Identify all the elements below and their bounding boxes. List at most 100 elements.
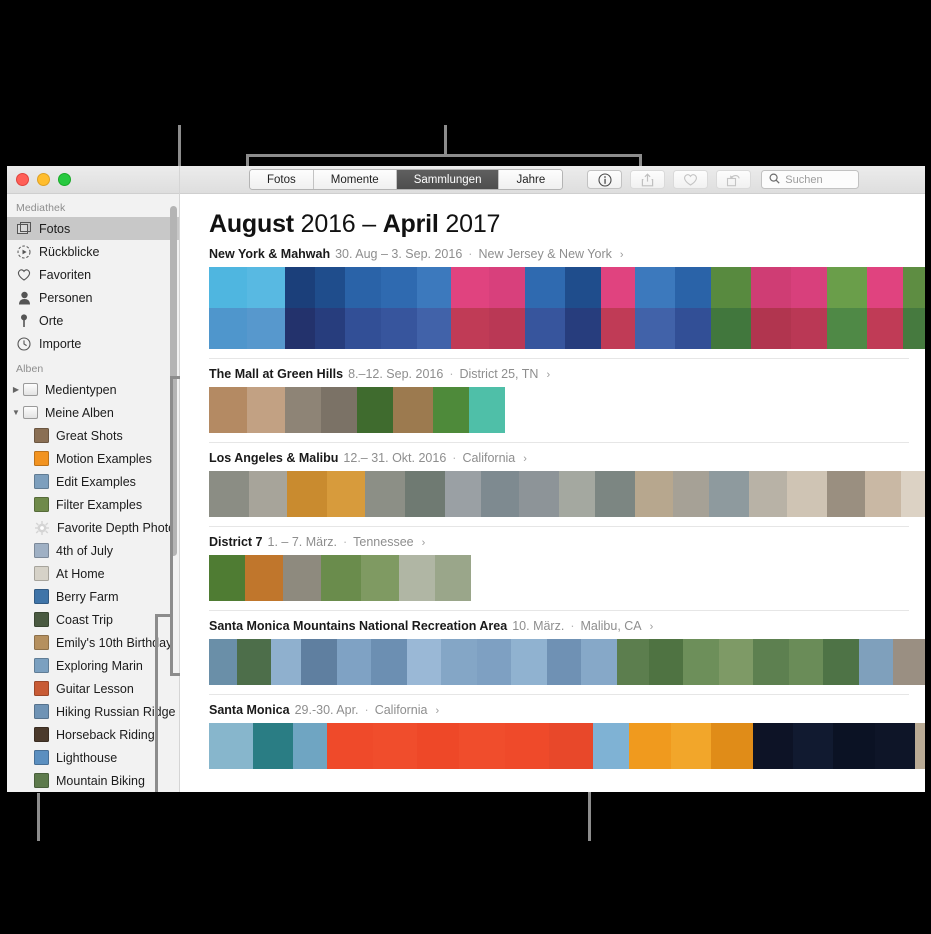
sidebar-item-orte[interactable]: Orte	[7, 309, 179, 332]
photo-thumbnail-top[interactable]	[209, 267, 247, 308]
photo-thumbnail-bottom[interactable]	[525, 308, 565, 349]
photo-thumbnail-top[interactable]	[489, 267, 525, 308]
photo-thumbnail[interactable]	[559, 471, 595, 517]
photo-thumbnail[interactable]	[833, 723, 875, 769]
photo-thumbnail[interactable]	[749, 471, 787, 517]
photo-thumbnail[interactable]	[823, 639, 859, 685]
photo-thumbnail[interactable]	[719, 639, 753, 685]
info-button[interactable]	[587, 170, 623, 189]
close-window-button[interactable]	[16, 173, 29, 186]
photo-thumbnail[interactable]	[245, 555, 283, 601]
collection-header[interactable]: The Mall at Green Hills 8.–12. Sep. 2016 ·…	[209, 367, 925, 381]
photo-thumbnail[interactable]	[287, 471, 327, 517]
photo-thumbnail[interactable]	[327, 723, 373, 769]
photo-thumbnail-bottom[interactable]	[417, 308, 451, 349]
photo-thumbnail[interactable]	[827, 267, 867, 349]
photo-thumbnail[interactable]	[711, 267, 751, 349]
chevron-down-icon[interactable]: ▼	[11, 408, 21, 417]
photo-thumbnail-bottom[interactable]	[381, 308, 417, 349]
photo-thumbnail[interactable]	[237, 639, 271, 685]
photo-strip[interactable]	[209, 555, 925, 601]
photo-thumbnail[interactable]	[867, 267, 903, 349]
photo-thumbnail[interactable]	[709, 471, 749, 517]
photo-thumbnail[interactable]	[901, 471, 925, 517]
photo-thumbnail[interactable]	[209, 639, 237, 685]
sidebar-item-album[interactable]: Favorite Depth Photo	[7, 516, 179, 539]
photo-thumbnail[interactable]	[435, 555, 471, 601]
photo-thumbnail[interactable]	[373, 723, 417, 769]
photo-thumbnail[interactable]	[451, 267, 489, 349]
photo-thumbnail[interactable]	[405, 471, 445, 517]
photo-thumbnail[interactable]	[209, 723, 253, 769]
sidebar-item-album[interactable]: Lighthouse	[7, 746, 179, 769]
tab-sammlungen[interactable]: Sammlungen	[396, 170, 500, 189]
collection-header[interactable]: Santa Monica 29.-30. Apr. · California ›	[209, 703, 925, 717]
photo-thumbnail[interactable]	[859, 639, 893, 685]
photo-thumbnail[interactable]	[345, 267, 381, 349]
photo-thumbnail[interactable]	[315, 267, 345, 349]
photo-thumbnail-top[interactable]	[903, 267, 925, 308]
photo-strip[interactable]	[209, 471, 925, 517]
photo-thumbnail-bottom[interactable]	[315, 308, 345, 349]
photo-thumbnail-top[interactable]	[601, 267, 635, 308]
photo-thumbnail[interactable]	[675, 267, 711, 349]
photo-thumbnail[interactable]	[433, 387, 469, 433]
photo-thumbnail[interactable]	[249, 471, 287, 517]
photo-thumbnail[interactable]	[753, 639, 789, 685]
photo-thumbnail[interactable]	[635, 267, 675, 349]
photo-thumbnail-top[interactable]	[565, 267, 601, 308]
collection-header[interactable]: District 7 1. – 7. März. · Tennessee ›	[209, 535, 925, 549]
photo-thumbnail[interactable]	[321, 387, 357, 433]
photo-thumbnail[interactable]	[381, 267, 417, 349]
photo-thumbnail-top[interactable]	[451, 267, 489, 308]
photo-thumbnail[interactable]	[549, 723, 593, 769]
photo-thumbnail-bottom[interactable]	[601, 308, 635, 349]
photo-thumbnail-bottom[interactable]	[751, 308, 791, 349]
photo-thumbnail[interactable]	[371, 639, 407, 685]
photos-scroll-area[interactable]: August 2016 – April 2017 New York & Mahw…	[180, 195, 925, 792]
rotate-button[interactable]	[716, 170, 752, 189]
photo-thumbnail-bottom[interactable]	[903, 308, 925, 349]
search-input-placeholder[interactable]: Suchen	[785, 174, 822, 186]
photo-thumbnail[interactable]	[593, 723, 629, 769]
photo-thumbnail-top[interactable]	[675, 267, 711, 308]
photo-thumbnail[interactable]	[301, 639, 337, 685]
photo-thumbnail-top[interactable]	[247, 267, 285, 308]
photo-thumbnail-top[interactable]	[711, 267, 751, 308]
chevron-right-icon[interactable]: ›	[436, 705, 440, 717]
photo-thumbnail[interactable]	[525, 267, 565, 349]
photo-thumbnail[interactable]	[337, 639, 371, 685]
photo-thumbnail-top[interactable]	[791, 267, 827, 308]
photo-thumbnail-bottom[interactable]	[711, 308, 751, 349]
sidebar-item-album[interactable]: At Home	[7, 562, 179, 585]
share-button[interactable]	[630, 170, 666, 189]
photo-thumbnail[interactable]	[617, 639, 649, 685]
photo-thumbnail-bottom[interactable]	[565, 308, 601, 349]
sidebar-item-album[interactable]: Edit Examples	[7, 470, 179, 493]
photo-thumbnail[interactable]	[285, 387, 321, 433]
sidebar-item-album[interactable]: Emily's 10th Birthday	[7, 631, 179, 654]
photo-thumbnail[interactable]	[893, 639, 925, 685]
favorite-button[interactable]	[673, 170, 709, 189]
sidebar-item-album[interactable]: Berry Farm	[7, 585, 179, 608]
photo-thumbnail[interactable]	[417, 267, 451, 349]
photo-thumbnail[interactable]	[789, 639, 823, 685]
photo-thumbnail[interactable]	[629, 723, 671, 769]
photo-thumbnail-top[interactable]	[345, 267, 381, 308]
photo-thumbnail-bottom[interactable]	[285, 308, 315, 349]
chevron-right-icon[interactable]: ›	[422, 537, 426, 549]
photo-thumbnail[interactable]	[865, 471, 901, 517]
photo-thumbnail-bottom[interactable]	[345, 308, 381, 349]
photo-thumbnail[interactable]	[649, 639, 683, 685]
search-field[interactable]: Suchen	[761, 170, 860, 189]
photo-thumbnail[interactable]	[399, 555, 435, 601]
photo-thumbnail[interactable]	[519, 471, 559, 517]
photo-thumbnail-top[interactable]	[381, 267, 417, 308]
photo-thumbnail[interactable]	[357, 387, 393, 433]
photo-thumbnail-bottom[interactable]	[867, 308, 903, 349]
sidebar-item-favoriten[interactable]: Favoriten	[7, 263, 179, 286]
sidebar-item-personen[interactable]: Personen	[7, 286, 179, 309]
photo-thumbnail[interactable]	[489, 267, 525, 349]
minimize-window-button[interactable]	[37, 173, 50, 186]
photo-thumbnail[interactable]	[787, 471, 827, 517]
